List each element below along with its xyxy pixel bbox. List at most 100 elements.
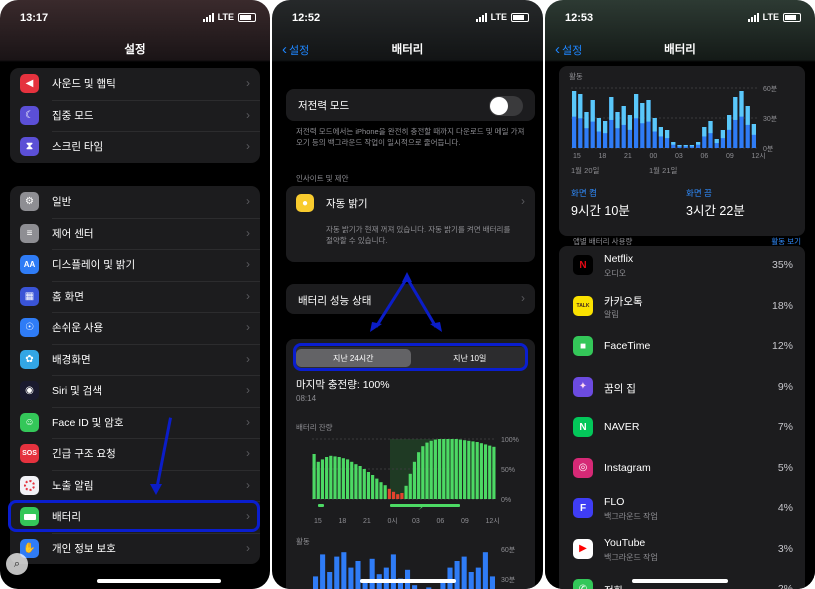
netflix-icon: N bbox=[573, 255, 593, 275]
battery-level-bar bbox=[345, 459, 350, 499]
app-usage-percent: 3% bbox=[777, 542, 793, 555]
settings-screen: 13:17 LTE 설정 ◀ 사운드 및 햅틱 › ☾ 집중 모드 › ⧗ 스크린 타임 › ⚙… bbox=[0, 0, 270, 589]
app-usage-percent: 7% bbox=[777, 421, 793, 433]
naver-icon: N bbox=[573, 417, 593, 437]
settings-row-label: 개인 정보 보호 bbox=[52, 542, 116, 555]
carrier-label: LTE bbox=[762, 12, 779, 22]
last-charge-time: 08:14 bbox=[296, 394, 317, 403]
back-button[interactable]: ‹ 설정 bbox=[555, 36, 582, 65]
x-tick-label: 03 bbox=[675, 153, 683, 160]
back-button[interactable]: ‹ 설정 bbox=[282, 36, 309, 65]
usage-card: 지난 24시간 지난 10일 마지막 충전량: 100% 08:14 배터리 잔… bbox=[286, 339, 535, 589]
lens-icon[interactable]: ⌕ bbox=[6, 553, 28, 575]
activity-bar-screen-off bbox=[640, 103, 645, 124]
chevron-right-icon: › bbox=[246, 351, 250, 366]
settings-row[interactable]: ☉ 손쉬운 사용 › bbox=[10, 312, 260, 344]
nav-title: 배터리 bbox=[664, 44, 696, 56]
settings-row-label: 스크린 타임 bbox=[52, 141, 104, 154]
app-usage-row[interactable]: ▶ YouTube 백그라운드 작업 3% bbox=[559, 530, 805, 570]
app-usage-row[interactable]: N NAVER 7% bbox=[559, 408, 805, 448]
settings-row[interactable]: AA 디스플레이 및 밝기 › bbox=[10, 249, 260, 281]
accessibility-icon: ☉ bbox=[20, 318, 39, 337]
settings-row[interactable]: ▦ 홈 화면 › bbox=[10, 280, 260, 313]
settings-row[interactable]: ◉ Siri 및 검색 › bbox=[10, 375, 260, 407]
app-usage-row[interactable]: ■ FaceTime 12% bbox=[559, 327, 805, 367]
battery-level-bar bbox=[412, 461, 417, 499]
settings-row-label: 긴급 구조 요청 bbox=[52, 448, 116, 461]
chevron-right-icon[interactable]: › bbox=[521, 194, 525, 208]
low-power-description: 저전력 모드에서는 iPhone을 완전히 충전할 때까지 다운로드 및 메일 … bbox=[296, 127, 525, 147]
low-power-row[interactable]: 저전력 모드 bbox=[286, 89, 535, 121]
app-usage-list: N Netflix 오디오 35% TALK 카카오톡 알림 18% ■ FaceTime 12% ✦… bbox=[545, 246, 815, 589]
home-indicator[interactable] bbox=[632, 579, 728, 583]
settings-row[interactable]: ⧗ 스크린 타임 › bbox=[10, 131, 260, 163]
chevron-right-icon: › bbox=[246, 477, 250, 492]
signal-icon bbox=[475, 12, 487, 22]
battery-level-bar bbox=[433, 439, 437, 499]
battery-level-bar bbox=[337, 457, 341, 499]
chevron-left-icon: ‹ bbox=[555, 41, 560, 58]
app-usage-percent: 5% bbox=[777, 461, 793, 474]
status-bar: 12:53 LTE bbox=[545, 0, 815, 36]
battery-level-bar bbox=[483, 444, 488, 499]
battery-status-icon bbox=[238, 12, 256, 22]
app-usage-row[interactable]: ◎ Instagram 5% bbox=[559, 449, 805, 489]
status-time: 12:52 bbox=[292, 12, 321, 24]
settings-row[interactable]: SOS 긴급 구조 요청 › bbox=[10, 438, 260, 470]
app-usage-row[interactable]: N Netflix 오디오 35% bbox=[559, 246, 805, 286]
activity-bar-screen-off bbox=[702, 127, 707, 137]
home-indicator[interactable] bbox=[359, 579, 456, 583]
lightbulb-icon: ● bbox=[296, 194, 314, 212]
charging-indicator-bar bbox=[390, 504, 460, 507]
signal-icon bbox=[747, 12, 759, 22]
charging-bolt-icon: ⚡ bbox=[418, 503, 424, 512]
settings-row[interactable]: ⚙ 일반 › bbox=[10, 186, 260, 218]
activity-bar-screen-off bbox=[727, 115, 732, 130]
x-tick-label: 18 bbox=[339, 518, 347, 525]
battery-level-bar bbox=[396, 494, 400, 499]
settings-row[interactable]: ✋ 개인 정보 보호 › bbox=[10, 532, 260, 565]
settings-row[interactable]: ✿ 배경화면 › bbox=[10, 343, 260, 376]
app-usage-percent: 4% bbox=[777, 502, 793, 514]
x-tick-label: 12시 bbox=[752, 152, 766, 160]
app-name: FLO bbox=[604, 496, 625, 508]
settings-row[interactable]: ◀ 사운드 및 햅틱 › bbox=[10, 68, 260, 100]
status-bar: 12:52 LTE bbox=[272, 0, 543, 36]
app-usage-type: 백그라운드 작업 bbox=[604, 552, 658, 562]
settings-row[interactable]: 노출 알림 › bbox=[10, 469, 260, 502]
kakaotalk-icon: TALK bbox=[573, 295, 593, 316]
usage-card: 활동 60분 30분 0분 15 18 21 00 03 06 09 12시 1월 20일 1월 2… bbox=[559, 66, 805, 236]
home-indicator[interactable] bbox=[97, 579, 221, 583]
low-power-toggle[interactable] bbox=[489, 96, 523, 116]
y-tick-label: 30분 bbox=[501, 576, 516, 584]
y-tick-label: 0분 bbox=[763, 145, 774, 153]
battery-level-bar bbox=[371, 475, 375, 499]
settings-row-label: 배경화면 bbox=[52, 353, 91, 366]
battery-level-bar bbox=[454, 439, 458, 499]
sos-icon: SOS bbox=[20, 444, 39, 463]
activity-bar-screen-off bbox=[572, 91, 577, 117]
activity-bar-screen-off bbox=[603, 121, 608, 134]
battery-level-bar bbox=[492, 446, 496, 499]
app-usage-type: 백그라운드 작업 bbox=[604, 512, 658, 521]
siri-icon: ◉ bbox=[20, 381, 39, 400]
settings-row[interactable]: ≡ 제어 센터 › bbox=[10, 217, 260, 250]
date-left: 1월 20일 bbox=[571, 166, 600, 175]
app-usage-row[interactable]: F FLO 백그라운드 작업 4% bbox=[559, 489, 805, 529]
activity-bar bbox=[475, 567, 481, 589]
activity-bar bbox=[461, 556, 467, 589]
app-name: FaceTime bbox=[604, 340, 651, 352]
settings-row[interactable]: ☾ 집중 모드 › bbox=[10, 99, 260, 132]
chevron-right-icon: › bbox=[246, 225, 250, 240]
settings-row-label: 집중 모드 bbox=[52, 109, 94, 122]
battery-level-bar bbox=[354, 464, 358, 499]
app-usage-row[interactable]: ✦ 꿈의 집 9% bbox=[559, 368, 805, 408]
screen-on-label: 화면 켬 bbox=[571, 188, 597, 198]
settings-row[interactable]: ☺ Face ID 및 암호 › bbox=[10, 406, 260, 439]
app-usage-percent: 12% bbox=[771, 340, 793, 352]
app-usage-row[interactable]: TALK 카카오톡 알림 18% bbox=[559, 287, 805, 327]
battery-level-bar bbox=[475, 442, 479, 499]
activity-bar bbox=[468, 572, 474, 589]
auto-brightness-label[interactable]: 자동 밝기 bbox=[326, 196, 368, 211]
activity-bar bbox=[412, 585, 418, 589]
